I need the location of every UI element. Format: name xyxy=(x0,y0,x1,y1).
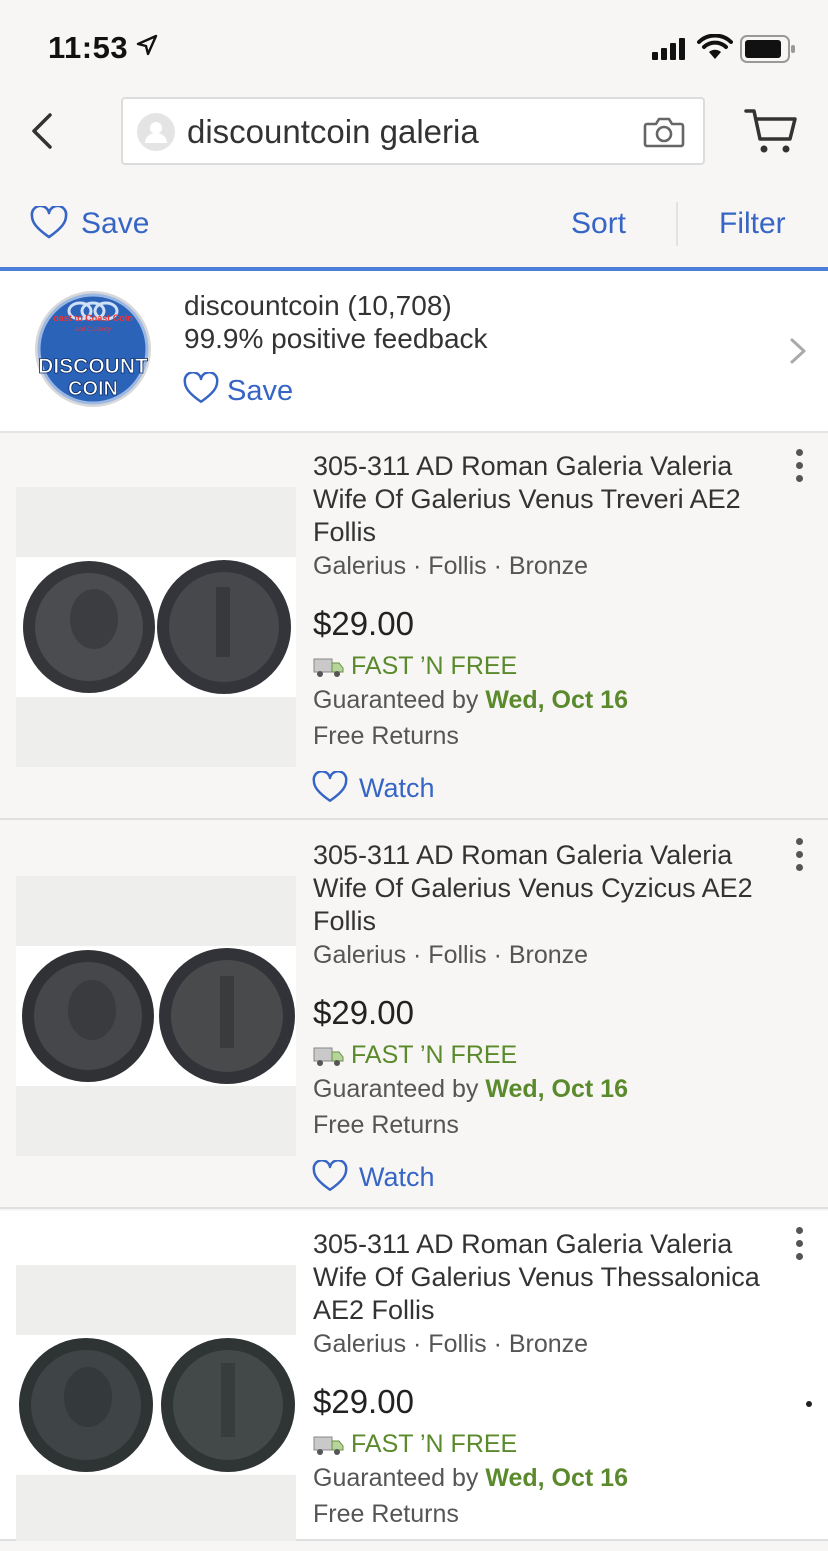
svg-text:DISCOUNT: DISCOUNT xyxy=(38,355,148,378)
list-item[interactable]: 305-311 AD Roman Galeria Valeria Wife Of… xyxy=(0,433,828,820)
returns-label: Free Returns xyxy=(313,1500,459,1528)
list-item[interactable]: 305-311 AD Roman Galeria Valeria Wife Of… xyxy=(0,1211,828,1541)
battery-icon xyxy=(740,35,795,63)
toolbar-divider xyxy=(676,202,678,246)
shipping-label: FAST ’N FREE xyxy=(351,652,518,680)
shipping-label: FAST ’N FREE xyxy=(351,1041,518,1069)
results-toolbar: Save Sort Filter xyxy=(0,190,828,266)
delivery-guarantee: Guaranteed by Wed, Oct 16 xyxy=(313,1075,628,1103)
item-image[interactable] xyxy=(16,487,296,767)
sort-button[interactable]: Sort xyxy=(571,207,626,241)
truck-icon xyxy=(313,1436,344,1456)
status-time: 11:53 xyxy=(48,30,129,65)
heart-icon[interactable] xyxy=(183,372,219,405)
svg-text:and Currency: and Currency xyxy=(75,327,112,333)
item-attributes: Galerius · Follis · Bronze xyxy=(313,552,589,580)
item-price: $29.00 xyxy=(313,605,414,642)
watch-button[interactable]: Watch xyxy=(359,773,435,804)
item-price: $29.00 xyxy=(313,1383,414,1420)
watch-button[interactable]: Watch xyxy=(359,1162,435,1193)
more-options-icon[interactable] xyxy=(793,1227,807,1263)
svg-text:oast to Coast Coin: oast to Coast Coin xyxy=(53,313,133,323)
coin-photo xyxy=(22,948,295,1084)
item-image[interactable] xyxy=(16,876,296,1156)
more-options-icon[interactable] xyxy=(793,838,807,874)
cellular-signal-icon xyxy=(652,38,685,60)
item-attributes: Galerius · Follis · Bronze xyxy=(313,941,589,969)
item-title[interactable]: 305-311 AD Roman Galeria Valeria Wife Of… xyxy=(313,839,783,938)
item-title[interactable]: 305-311 AD Roman Galeria Valeria Wife Of… xyxy=(313,1228,783,1327)
item-price: $29.00 xyxy=(313,994,414,1031)
scroll-indicator xyxy=(806,1401,812,1407)
item-title[interactable]: 305-311 AD Roman Galeria Valeria Wife Of… xyxy=(313,450,783,549)
save-seller-button[interactable]: Save xyxy=(227,375,293,408)
seller-name: discountcoin (10,708) xyxy=(184,290,452,321)
item-attributes: Galerius · Follis · Bronze xyxy=(313,1330,589,1358)
coin-photo xyxy=(23,560,291,694)
delivery-date: Wed, Oct 16 xyxy=(485,1075,628,1103)
svg-text:COIN: COIN xyxy=(68,378,118,400)
item-image[interactable] xyxy=(16,1265,296,1541)
delivery-guarantee: Guaranteed by Wed, Oct 16 xyxy=(313,1464,628,1492)
heart-icon[interactable] xyxy=(312,1160,348,1193)
delivery-guarantee: Guaranteed by Wed, Oct 16 xyxy=(313,686,628,714)
seller-logo: oast to Coast Coin and Currency DISCOUNT… xyxy=(35,291,151,407)
back-arrow-icon[interactable] xyxy=(28,111,58,151)
status-bar: 11:53 xyxy=(0,0,828,95)
user-avatar-icon xyxy=(137,113,175,151)
shipping-badge: FAST ’N FREE xyxy=(313,1430,517,1459)
search-query: discountcoin galeria xyxy=(187,113,479,150)
returns-label: Free Returns xyxy=(313,722,459,750)
shopping-cart-icon[interactable] xyxy=(744,107,798,155)
search-input[interactable]: discountcoin galeria xyxy=(121,97,705,165)
shipping-badge: FAST ’N FREE xyxy=(313,1041,517,1070)
chevron-right-icon[interactable] xyxy=(788,337,808,365)
coin-photo xyxy=(19,1338,295,1472)
more-options-icon[interactable] xyxy=(793,449,807,485)
returns-label: Free Returns xyxy=(313,1111,459,1139)
wifi-icon xyxy=(697,34,733,59)
search-header: discountcoin galeria xyxy=(0,95,828,175)
save-search-button[interactable]: Save xyxy=(81,207,149,241)
truck-icon xyxy=(313,658,344,678)
list-item[interactable]: 305-311 AD Roman Galeria Valeria Wife Of… xyxy=(0,822,828,1209)
seller-card[interactable]: oast to Coast Coin and Currency DISCOUNT… xyxy=(0,271,828,433)
heart-icon[interactable] xyxy=(30,206,68,240)
location-arrow-icon xyxy=(136,34,158,56)
filter-button[interactable]: Filter xyxy=(719,207,786,241)
heart-icon[interactable] xyxy=(312,771,348,804)
shipping-label: FAST ’N FREE xyxy=(351,1430,518,1458)
camera-icon[interactable] xyxy=(643,116,685,148)
delivery-date: Wed, Oct 16 xyxy=(485,1464,628,1492)
seller-feedback: 99.9% positive feedback xyxy=(184,323,488,354)
shipping-badge: FAST ’N FREE xyxy=(313,652,517,681)
truck-icon xyxy=(313,1047,344,1067)
delivery-date: Wed, Oct 16 xyxy=(485,686,628,714)
